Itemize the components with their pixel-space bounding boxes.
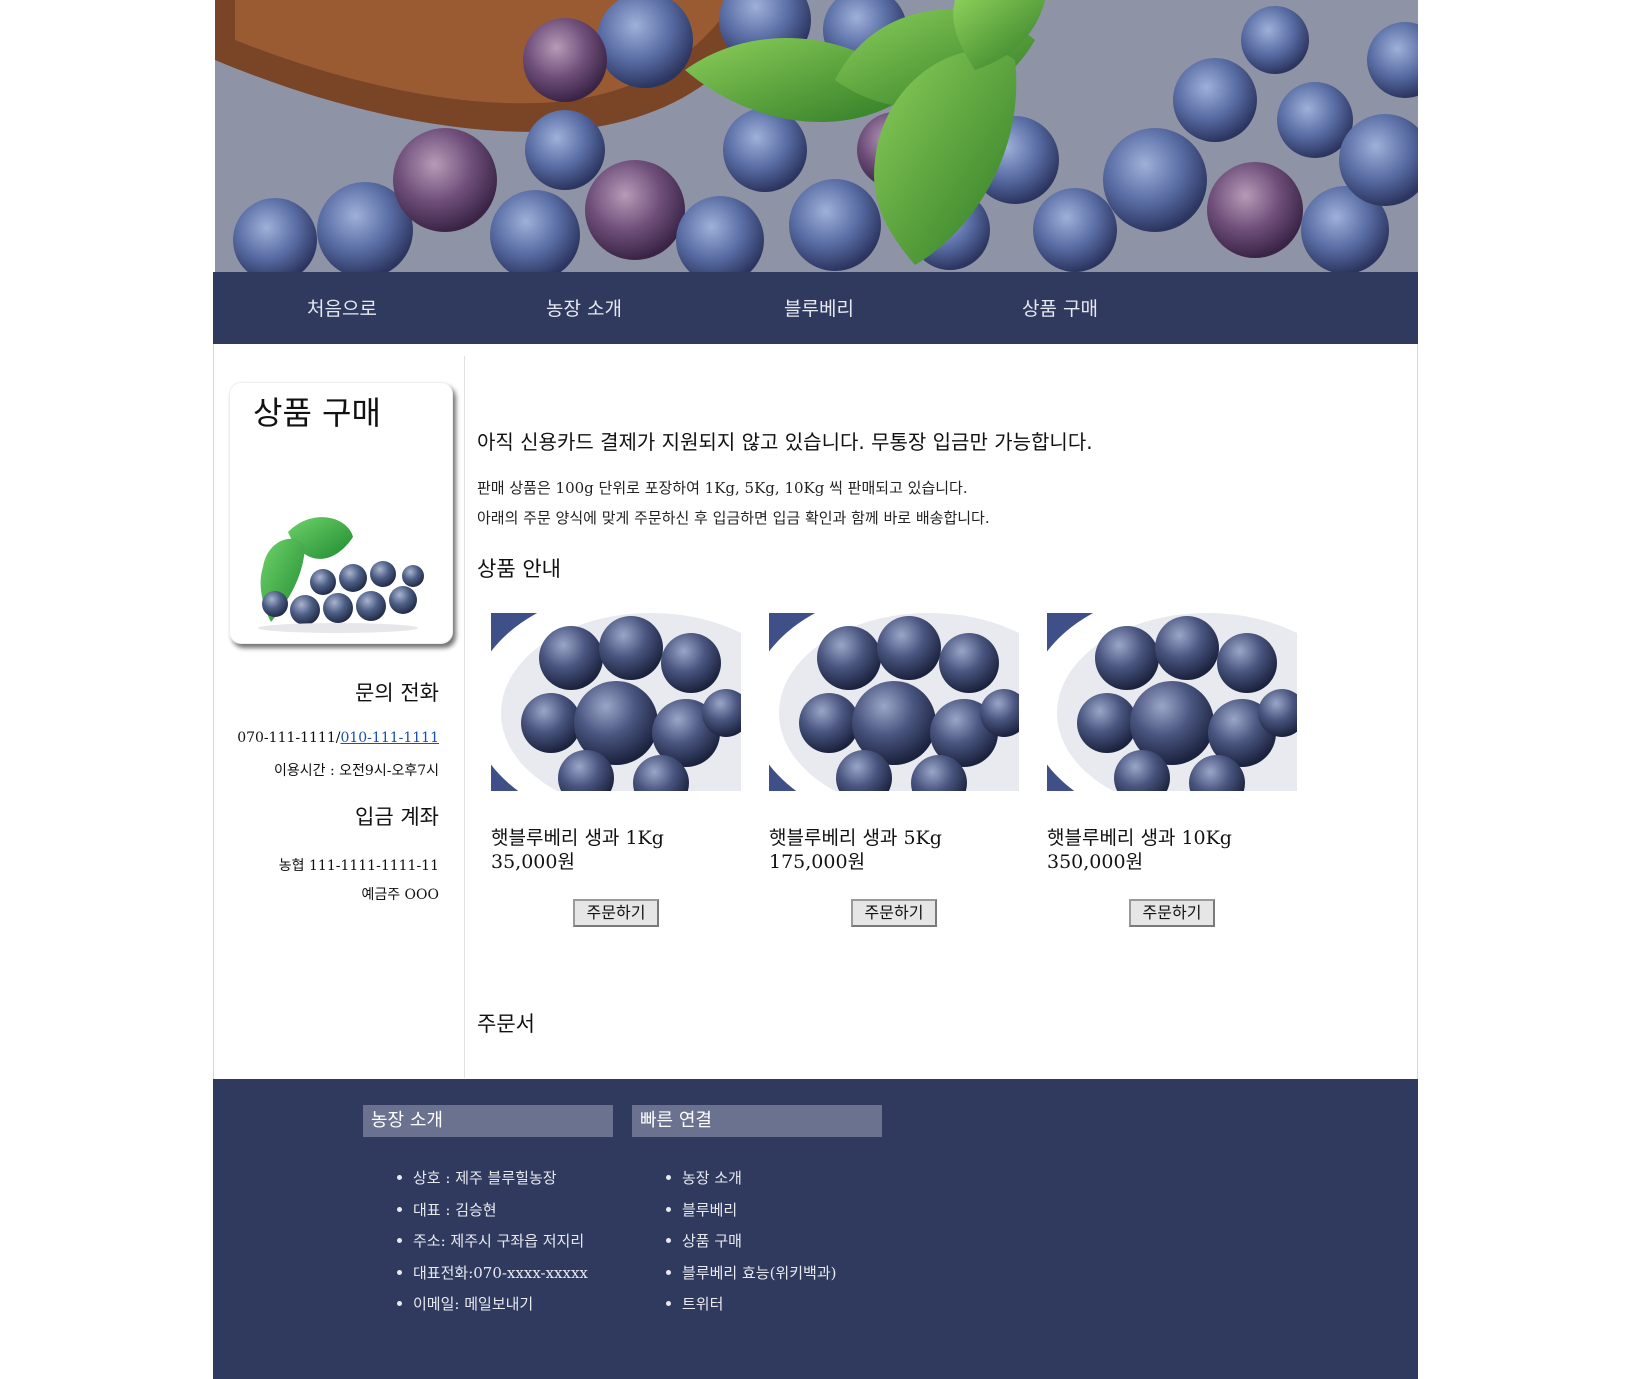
product-price: 35,000원	[491, 851, 575, 873]
footer-link-twitter[interactable]: 트위터	[666, 1293, 836, 1325]
product-card: 햇블루베리 생과 1Kg 35,000원 주문하기	[491, 613, 741, 927]
account-number: 농협 111-1111-1111-11	[278, 858, 439, 874]
nav-item-farm-intro[interactable]: 농장 소개	[546, 294, 622, 321]
footer-quick-links: 농장 소개 블루베리 상품 구매 블루베리 효능(위키백과) 트위터	[666, 1167, 836, 1325]
main-navigation: 처음으로 농장 소개 블루베리 상품 구매	[213, 272, 1418, 344]
order-button[interactable]: 주문하기	[573, 899, 659, 927]
footer-link-wiki[interactable]: 블루베리 효능(위키백과)	[666, 1262, 836, 1294]
contact-phone: 070-111-1111/010-111-1111	[237, 730, 439, 746]
nav-item-purchase[interactable]: 상품 구매	[1022, 294, 1098, 321]
account-holder: 예금주 OOO	[361, 887, 439, 903]
list-item: 상호 : 제주 블루힐농장	[397, 1167, 588, 1199]
products-heading: 상품 안내	[477, 557, 561, 581]
list-item: 주소: 제주시 구좌읍 저지리	[397, 1230, 588, 1262]
footer-about-heading: 농장 소개	[363, 1105, 613, 1137]
product-description-2: 아래의 주문 양식에 맞게 주문하신 후 입금하면 입금 확인과 함께 바로 배…	[477, 509, 990, 527]
footer-about-list: 상호 : 제주 블루힐농장 대표 : 김승현 주소: 제주시 구좌읍 저지리 대…	[397, 1167, 588, 1325]
product-card: 햇블루베리 생과 5Kg 175,000원 주문하기	[769, 613, 1019, 927]
contact-heading: 문의 전화	[355, 681, 439, 705]
product-card: 햇블루베리 생과 10Kg 350,000원 주문하기	[1047, 613, 1297, 927]
payment-notice: 아직 신용카드 결제가 지원되지 않고 있습니다. 무통장 입금만 가능합니다.	[477, 430, 1093, 454]
product-description-1: 판매 상품은 100g 단위로 포장하여 1Kg, 5Kg, 10Kg 씩 판매…	[477, 479, 968, 497]
order-button[interactable]: 주문하기	[851, 899, 937, 927]
order-form-heading: 주문서	[477, 1012, 535, 1036]
hero-banner-image	[215, 0, 1418, 272]
footer: 농장 소개 상호 : 제주 블루힐농장 대표 : 김승현 주소: 제주시 구좌읍…	[213, 1079, 1418, 1379]
blueberry-mint-image	[243, 512, 433, 641]
product-image	[769, 613, 1019, 791]
footer-link-purchase[interactable]: 상품 구매	[666, 1230, 836, 1262]
phone-main: 070-111-1111/	[237, 730, 341, 746]
nav-item-home[interactable]: 처음으로	[307, 294, 377, 321]
product-image	[491, 613, 741, 791]
list-item: 대표 : 김승현	[397, 1199, 588, 1231]
nav-item-blueberry[interactable]: 블루베리	[784, 294, 854, 321]
sidebar-divider	[464, 356, 465, 1078]
product-price: 175,000원	[769, 851, 866, 873]
footer-link-blueberry[interactable]: 블루베리	[666, 1199, 836, 1231]
sidebar-title: 상품 구매	[253, 394, 381, 432]
product-name: 햇블루베리 생과 10Kg	[1047, 827, 1232, 849]
content-border-right	[1417, 344, 1418, 1079]
product-name: 햇블루베리 생과 5Kg	[769, 827, 942, 849]
business-hours: 이용시간 : 오전9시-오후7시	[274, 763, 439, 779]
product-name: 햇블루베리 생과 1Kg	[491, 827, 664, 849]
account-heading: 입금 계좌	[355, 805, 439, 829]
footer-link-farm-intro[interactable]: 농장 소개	[666, 1167, 836, 1199]
product-image	[1047, 613, 1297, 791]
product-price: 350,000원	[1047, 851, 1144, 873]
list-item: 대표전화:070-xxxx-xxxxx	[397, 1262, 588, 1294]
email-link[interactable]: 이메일: 메일보내기	[397, 1293, 588, 1325]
order-button[interactable]: 주문하기	[1129, 899, 1215, 927]
footer-links-heading: 빠른 연결	[632, 1105, 882, 1137]
page: 처음으로 농장 소개 블루베리 상품 구매 상품 구매 문의 전화 070-11…	[213, 0, 1418, 1379]
phone-link[interactable]: 010-111-1111	[340, 730, 439, 746]
content-border-left	[213, 344, 214, 1079]
